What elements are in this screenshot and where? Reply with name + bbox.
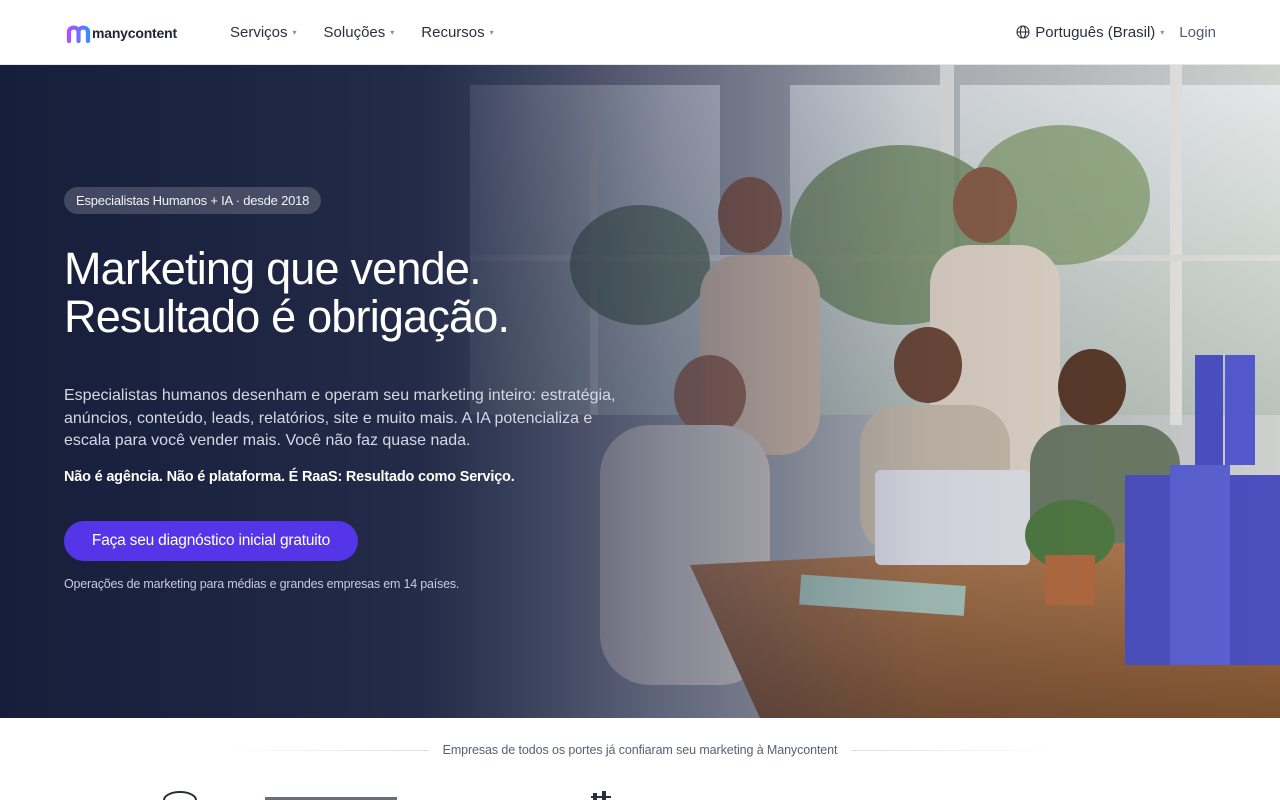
login-link[interactable]: Login (1179, 24, 1216, 41)
main-menu: Serviços ▾ Soluções ▾ Recursos ▾ (230, 0, 521, 64)
trust-text: Empresas de todos os portes já confiaram… (442, 743, 838, 757)
globe-icon (1016, 25, 1030, 39)
client-logo (163, 791, 197, 800)
hero-title: Marketing que vende. Resultado é obrigaç… (64, 245, 624, 341)
client-logo (591, 791, 611, 800)
logo-m-icon (66, 25, 91, 43)
nav-right: Português (Brasil) ▾ Login (1016, 0, 1216, 64)
nav-item-recursos[interactable]: Recursos ▾ (421, 24, 493, 41)
nav-item-label: Serviços (230, 23, 288, 41)
diagnostic-cta-button[interactable]: Faça seu diagnóstico inicial gratuito (64, 521, 358, 561)
divider-left (220, 749, 429, 751)
hero-tagline: Não é agência. Não é plataforma. É RaaS:… (64, 469, 515, 485)
hero-footnote: Operações de marketing para médias e gra… (64, 577, 460, 591)
chevron-down-icon: ▾ (489, 27, 494, 37)
hero-section: Especialistas Humanos + IA · desde 2018 … (0, 65, 1280, 718)
hero-title-line-1: Marketing que vende. (64, 243, 482, 294)
chevron-down-icon: ▾ (390, 27, 395, 37)
hero-content: Especialistas Humanos + IA · desde 2018 … (64, 65, 624, 718)
top-navbar: manycontent Serviços ▾ Soluções ▾ Recurs… (0, 0, 1280, 65)
chevron-down-icon: ▾ (292, 27, 297, 37)
hero-description: Especialistas humanos desenham e operam … (64, 387, 616, 449)
hero-badge: Especialistas Humanos + IA · desde 2018 (64, 187, 322, 214)
client-logo (265, 797, 397, 800)
nav-item-servicos[interactable]: Serviços ▾ (230, 24, 297, 41)
chevron-down-icon: ▾ (1160, 27, 1165, 37)
nav-item-label: Recursos (421, 23, 485, 41)
nav-item-solucoes[interactable]: Soluções ▾ (324, 24, 395, 41)
trust-heading: Empresas de todos os portes já confiaram… (0, 742, 1280, 758)
brand-logo[interactable]: manycontent (66, 22, 177, 44)
brand-name: manycontent (92, 25, 177, 41)
language-label: Português (Brasil) (1035, 23, 1156, 41)
hero-badge-text: Especialistas Humanos + IA · desde 2018 (76, 193, 310, 208)
language-selector[interactable]: Português (Brasil) ▾ (1016, 24, 1164, 41)
nav-item-label: Soluções (323, 23, 386, 41)
hero-title-line-2: Resultado é obrigação. (64, 291, 510, 342)
trust-section: Empresas de todos os portes já confiaram… (0, 718, 1280, 800)
divider-right (851, 749, 1060, 751)
